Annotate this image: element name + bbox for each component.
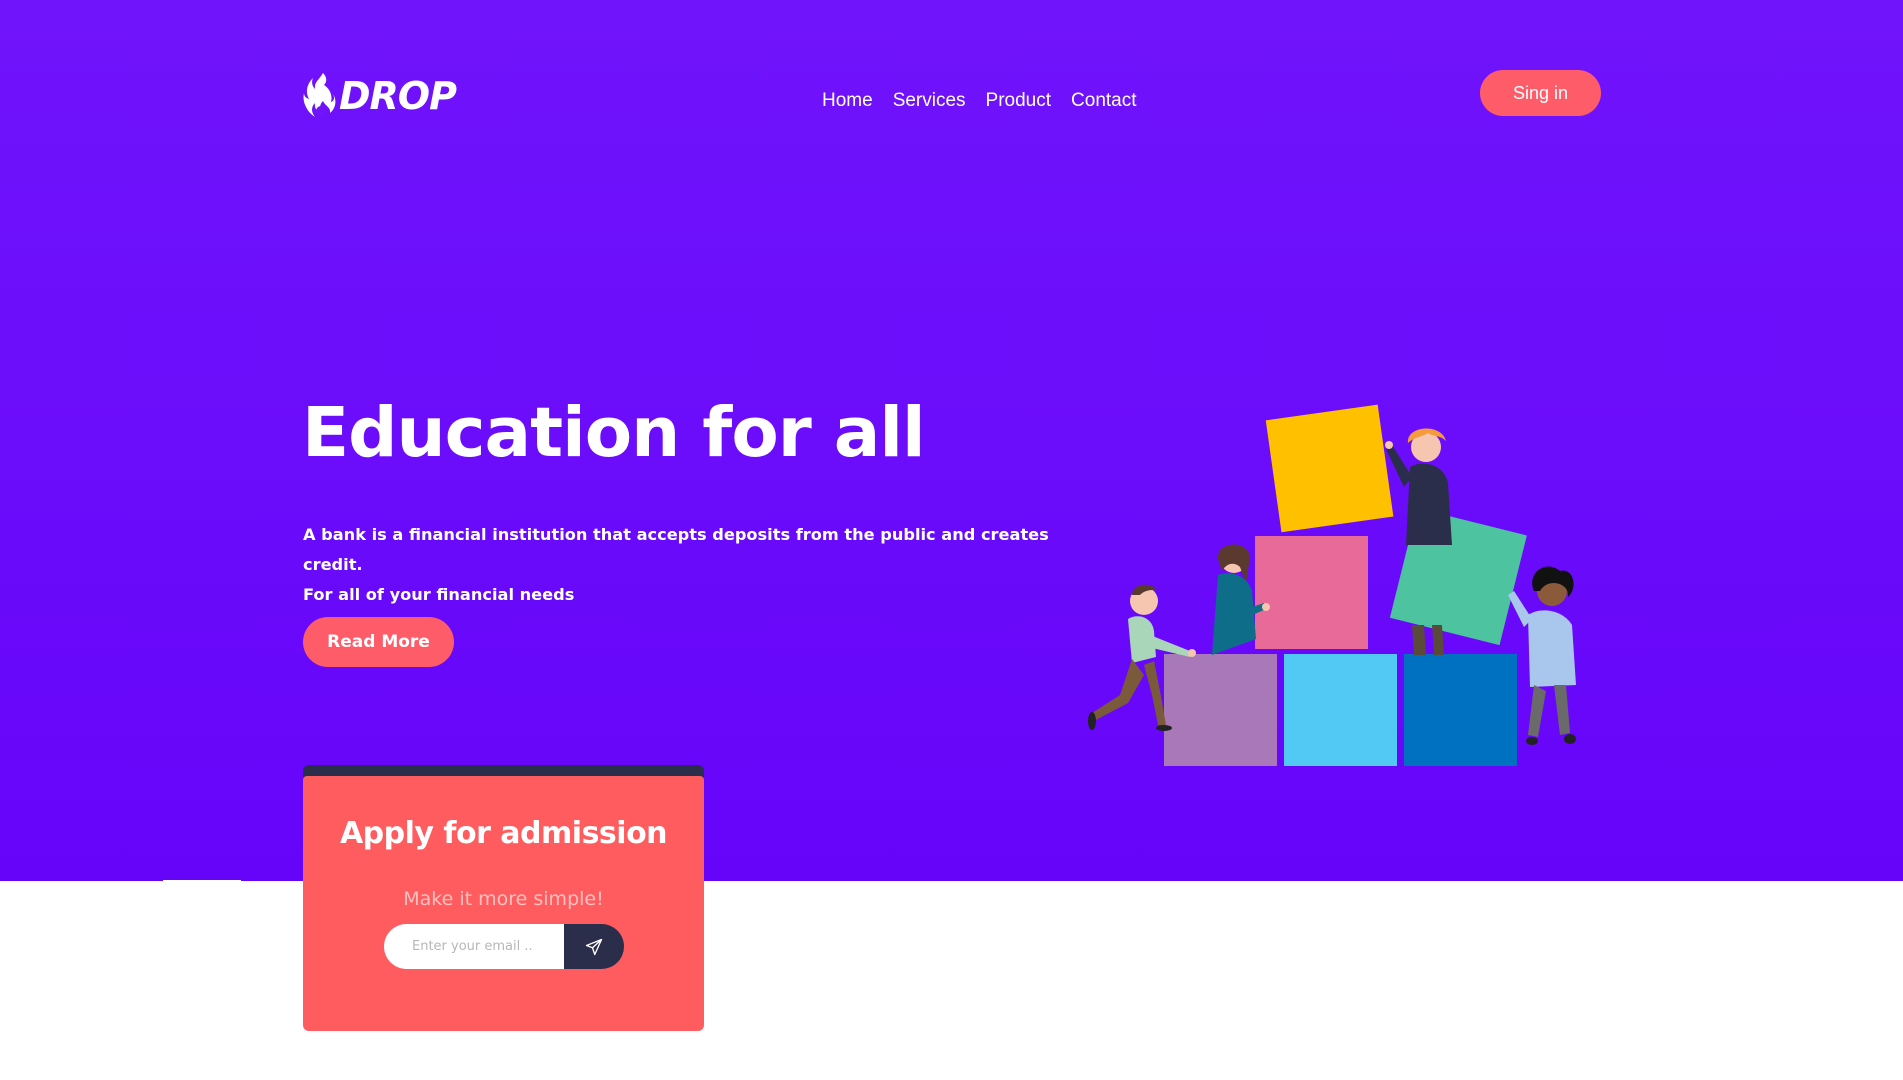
flame-logo-icon [303,73,336,117]
send-button[interactable] [564,924,624,969]
nav-item-contact[interactable]: Contact [1071,90,1136,112]
block-blue [1404,654,1517,766]
nav-item-services[interactable]: Services [893,90,966,112]
admission-card: Apply for admission Make it more simple! [303,776,704,1031]
hero-section: DROP Home Services Product Contact Sing … [0,0,1903,881]
nav-item-product[interactable]: Product [986,90,1051,112]
nav-item-home[interactable]: Home [822,90,873,112]
main-nav: Home Services Product Contact [822,90,1137,112]
admission-title: Apply for admission [339,816,668,851]
block-yellow [1265,404,1394,533]
block-pink [1255,536,1368,649]
block-purple [1164,654,1277,766]
hero-description-line-1: A bank is a financial institution that a… [303,525,1049,574]
person-right [1508,566,1576,745]
paper-plane-icon [585,938,603,955]
people-stacking-blocks-illustration [1088,404,1576,766]
read-more-button[interactable]: Read More [303,617,454,667]
hero-description: A bank is a financial institution that a… [303,520,1063,610]
brand-name: DROP [339,74,457,118]
admission-subtitle: Make it more simple! [403,888,604,910]
block-light-blue [1284,654,1397,766]
admission-title-underline [163,880,241,882]
email-input[interactable] [384,924,564,969]
hero-description-line-2: For all of your financial needs [303,585,575,604]
brand-logo[interactable]: DROP [303,71,457,121]
signin-button[interactable]: Sing in [1480,70,1601,116]
hero-title: Education for all [302,393,926,473]
